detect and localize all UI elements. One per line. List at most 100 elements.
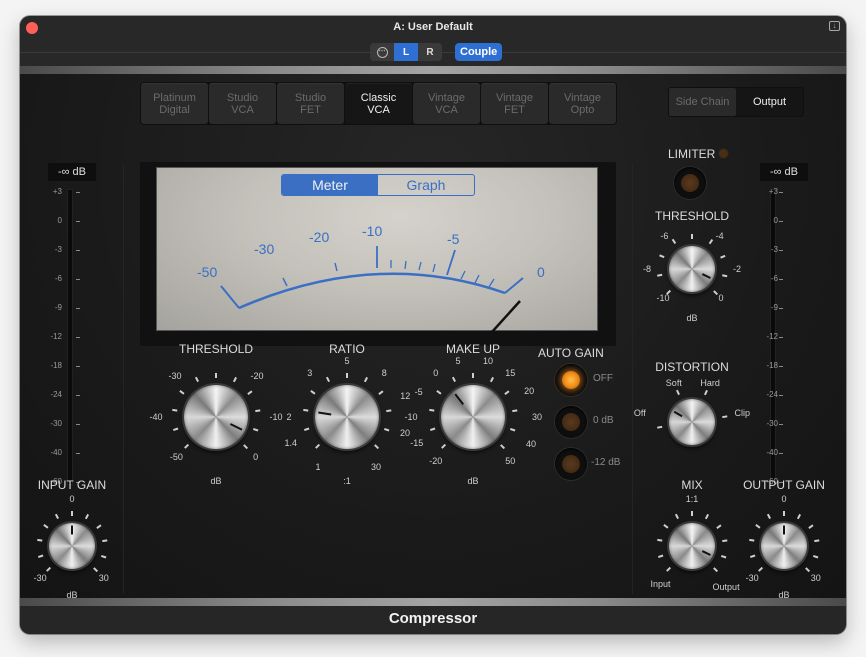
makeup-label: MAKE UP <box>445 342 500 356</box>
knob-scale-label: -50 <box>169 451 183 462</box>
meter-scale-tick <box>76 250 80 251</box>
knob-scale-label: 5 <box>455 355 461 366</box>
knob-tick <box>101 539 108 542</box>
circuit-type-button[interactable]: Studio VCA <box>209 83 276 124</box>
knob-tick <box>704 389 708 395</box>
circuit-type-button[interactable]: Studio FET <box>277 83 344 124</box>
knob-pointer <box>229 423 243 431</box>
vu-scale <box>220 246 524 332</box>
knob-scale-label: Input <box>650 578 671 589</box>
knob-tick <box>233 376 237 383</box>
knob-scale-label: -30 <box>33 572 47 583</box>
knob-tick <box>713 567 718 572</box>
view-selector: Side Chain Output <box>668 87 804 117</box>
knob-tick <box>721 539 728 542</box>
meter-scale-tick <box>779 337 783 338</box>
link-button[interactable]: ⋯ <box>370 43 394 61</box>
meter-scale-tick <box>76 221 80 222</box>
knob-tick <box>378 390 384 395</box>
knob-scale-label: 0 <box>69 494 75 504</box>
circuit-type-label: Platinum <box>153 91 196 104</box>
knob-tick <box>812 554 818 558</box>
knob-tick <box>183 444 189 449</box>
channel-r-button[interactable]: R <box>418 43 442 61</box>
knob-pointer <box>318 411 332 416</box>
limiter-threshold-knob[interactable] <box>669 246 715 292</box>
meter-scale-label: -6 <box>770 274 778 283</box>
vu-needle <box>491 300 521 332</box>
meter-scale-tick <box>779 250 783 251</box>
distortion-label: DISTORTION <box>655 360 729 374</box>
plugin-name: Compressor <box>20 606 846 634</box>
top-trim <box>20 66 846 74</box>
channel-l-button[interactable]: L <box>394 43 418 61</box>
vu-label: -30 <box>254 241 275 257</box>
knob-tick <box>93 567 98 572</box>
input-gain-knob[interactable] <box>49 523 95 569</box>
knob-scale-label: Soft <box>665 378 682 389</box>
knob-pointer <box>71 525 73 535</box>
vu-tick <box>334 262 338 272</box>
knob-scale-label: -10 <box>656 292 670 303</box>
knob-tick <box>346 372 348 378</box>
knob-scale-label: Clip <box>734 408 750 419</box>
knob-tick <box>490 376 494 383</box>
auto-gain-minus12db-button[interactable] <box>555 448 587 480</box>
plugin-panel: Platinum Digital Studio VCA Studio FET Classic… <box>20 74 846 600</box>
expand-icon[interactable]: ↓ <box>829 21 840 31</box>
knob-tick <box>326 376 330 383</box>
meter-scale-tick <box>779 424 783 425</box>
couple-button[interactable]: Couple <box>455 43 503 61</box>
output-button[interactable]: Output <box>736 88 803 116</box>
knob-tick <box>436 390 442 395</box>
knob-tick <box>767 514 771 520</box>
meter-scale-label: -6 <box>54 274 62 283</box>
meter-scale-tick <box>779 453 783 454</box>
knob-tick <box>708 239 713 245</box>
knob-tick <box>656 539 662 542</box>
knob-tick <box>243 444 248 449</box>
knob-tick <box>656 426 663 429</box>
knob-unit-label: dB <box>210 476 222 486</box>
circuit-type-button[interactable]: Vintage FET <box>481 83 548 124</box>
distortion-knob[interactable] <box>669 399 715 445</box>
vu-meter: Meter Graph -50 -30 -20 -10 -5 0 <box>140 162 616 346</box>
circuit-type-button[interactable]: Classic VCA <box>345 83 412 124</box>
circuit-type-button[interactable]: Vintage Opto <box>549 83 616 124</box>
knob-scale-label: 5 <box>344 356 350 366</box>
circuit-type-label: Opto <box>570 103 595 116</box>
bottom-trim <box>20 598 846 606</box>
circuit-type-selector: Platinum Digital Studio VCA Studio FET Classic… <box>140 82 617 125</box>
knob-scale-label: 12 <box>400 390 411 401</box>
mix-knob[interactable] <box>669 523 715 569</box>
threshold-knob[interactable] <box>184 385 248 449</box>
knob-scale-label: 10 <box>482 355 494 366</box>
meter-scale-label: +3 <box>768 187 778 196</box>
ratio-knob[interactable] <box>315 385 379 449</box>
knob-tick <box>808 524 814 529</box>
meter-scale-label: -12 <box>766 332 778 341</box>
knob-tick <box>813 539 820 542</box>
side-chain-button[interactable]: Side Chain <box>669 88 736 116</box>
makeup-knob[interactable] <box>441 385 505 449</box>
knob-scale-label: 30 <box>531 412 543 422</box>
link-icon: ⋯ <box>376 46 388 58</box>
auto-gain-off-button[interactable] <box>555 364 587 396</box>
limiter-button[interactable] <box>674 167 706 199</box>
level-meter-bar <box>67 189 73 485</box>
vu-label: -20 <box>309 229 330 245</box>
divider <box>632 164 633 594</box>
circuit-type-label: Vintage <box>495 91 534 104</box>
knob-tick <box>304 428 310 432</box>
knob-tick <box>302 409 309 412</box>
circuit-type-button[interactable]: Vintage VCA <box>413 83 480 124</box>
knob-tick <box>666 567 671 572</box>
output-gain-knob[interactable] <box>761 523 807 569</box>
circuit-type-button[interactable]: Platinum Digital <box>141 83 208 124</box>
knob-scale-label: -8 <box>642 264 652 274</box>
auto-gain-option-label: -12 dB <box>591 457 621 468</box>
preset-title[interactable]: A: User Default <box>20 21 846 33</box>
auto-gain-0db-button[interactable] <box>555 406 587 438</box>
knob-unit-label: :1 <box>343 476 351 486</box>
meter-scale-label: -40 <box>50 448 62 457</box>
